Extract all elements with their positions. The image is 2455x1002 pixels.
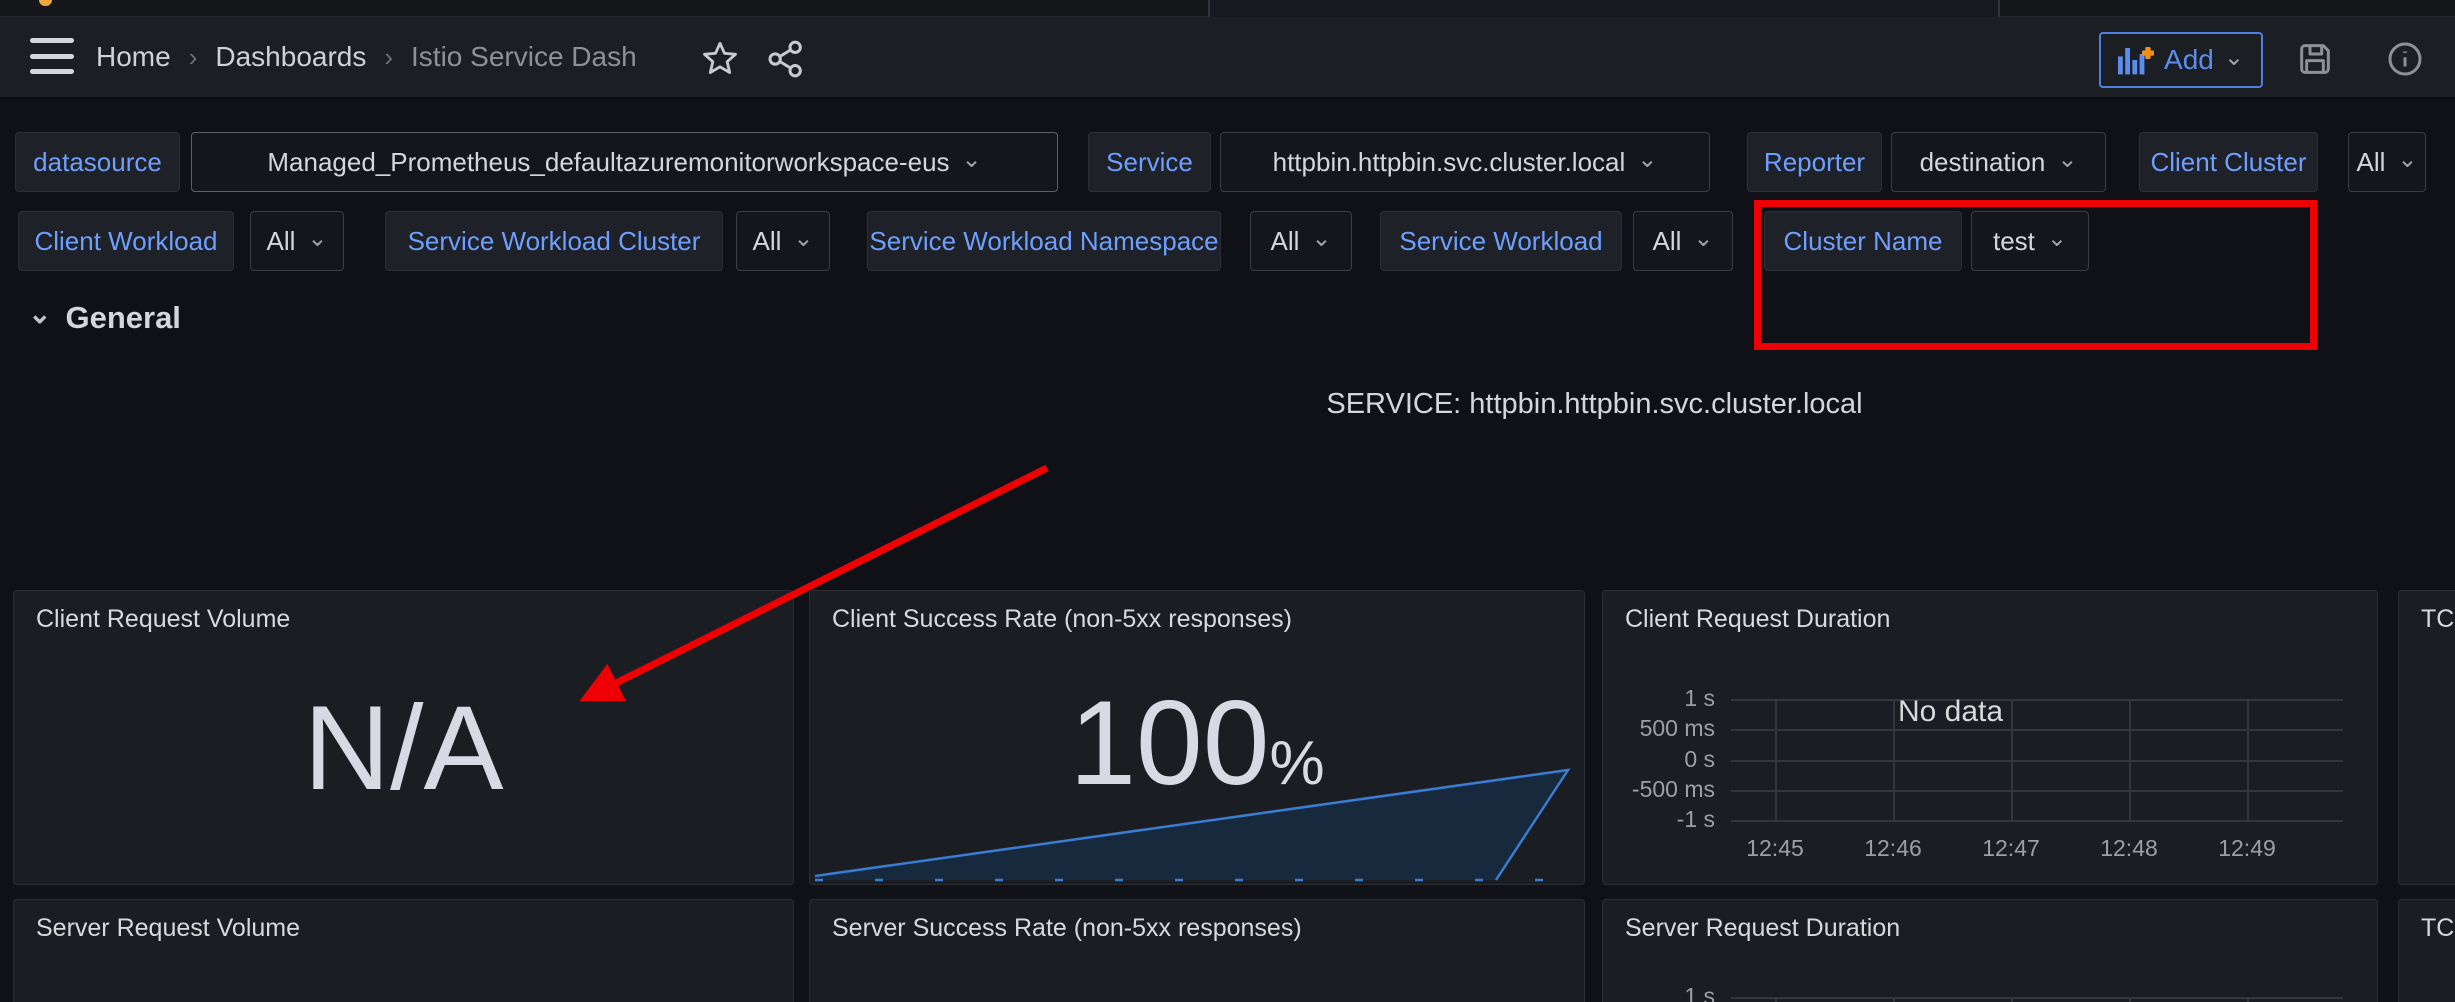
filter-label-service-workload: Service Workload bbox=[1380, 211, 1622, 271]
gridline bbox=[2247, 699, 2249, 822]
add-button-label: Add bbox=[2164, 44, 2214, 76]
panel-client-success-rate: Client Success Rate (non-5xx responses) … bbox=[809, 590, 1585, 885]
stat-value: N/A bbox=[14, 688, 793, 808]
filter-value-reporter[interactable]: destination ⌄ bbox=[1891, 132, 2106, 192]
breadcrumb-dashboards[interactable]: Dashboards bbox=[215, 41, 366, 73]
panel-title[interactable]: TC bbox=[2421, 605, 2454, 634]
filter-label-service: Service bbox=[1088, 132, 1211, 192]
gridline bbox=[2011, 699, 2013, 822]
filter-value-text: All bbox=[1270, 226, 1299, 257]
panel-server-request-duration: Server Request Duration 1 s bbox=[1602, 899, 2378, 1002]
panel-title[interactable]: Client Request Duration bbox=[1625, 605, 1890, 634]
filter-value-text: All bbox=[1652, 226, 1681, 257]
chevron-down-icon: ⌄ bbox=[28, 300, 51, 328]
gridline bbox=[1731, 699, 2343, 701]
filter-value-service[interactable]: httpbin.httpbin.svc.cluster.local ⌄ bbox=[1220, 132, 1710, 192]
filter-value-client-workload[interactable]: All ⌄ bbox=[250, 211, 344, 271]
chevron-down-icon: ⌄ bbox=[307, 227, 327, 251]
y-axis-tick: -500 ms bbox=[1615, 776, 1715, 803]
info-icon[interactable] bbox=[2385, 39, 2425, 79]
x-axis-tick: 12:46 bbox=[1834, 835, 1952, 862]
panel-client-request-duration: Client Request Duration 1 s 500 ms 0 s -… bbox=[1602, 590, 2378, 885]
filter-label-client-cluster: Client Cluster bbox=[2139, 132, 2318, 192]
gridline bbox=[1893, 699, 1895, 822]
top-navbar: Home › Dashboards › Istio Service Dash bbox=[0, 17, 2455, 99]
gridline bbox=[1775, 699, 1777, 822]
chevron-down-icon: ⌄ bbox=[2057, 148, 2077, 172]
y-axis-tick: 0 s bbox=[1615, 746, 1715, 773]
chevron-down-icon: ⌄ bbox=[1637, 148, 1657, 172]
gridline bbox=[1731, 997, 2343, 999]
gridline bbox=[1731, 820, 2343, 822]
filter-value-text: All bbox=[2357, 147, 2386, 178]
y-axis-tick: 500 ms bbox=[1615, 715, 1715, 742]
panel-client-request-volume: Client Request Volume N/A bbox=[13, 590, 794, 885]
chevron-down-icon: ⌄ bbox=[2224, 46, 2244, 70]
section-row-general[interactable]: ⌄ General bbox=[28, 300, 181, 336]
filter-value-text: Managed_Prometheus_defaultazuremonitorwo… bbox=[267, 147, 949, 178]
breadcrumb: Home › Dashboards › Istio Service Dash bbox=[96, 17, 637, 97]
panel-title[interactable]: Client Request Volume bbox=[36, 605, 290, 634]
filter-value-text: All bbox=[752, 226, 781, 257]
x-axis-tick: 12:49 bbox=[2188, 835, 2306, 862]
gridline bbox=[1731, 790, 2343, 792]
breadcrumb-separator-icon: › bbox=[189, 42, 198, 73]
save-dashboard-icon[interactable] bbox=[2295, 39, 2335, 79]
panel-title[interactable]: TC bbox=[2421, 914, 2454, 943]
filter-label-datasource: datasource bbox=[15, 132, 180, 192]
stat-value: 100% bbox=[810, 683, 1584, 803]
panel-title[interactable]: Server Request Duration bbox=[1625, 914, 1900, 943]
chevron-down-icon: ⌄ bbox=[962, 148, 982, 172]
gridline bbox=[1893, 997, 1895, 1002]
filter-value-service-workload[interactable]: All ⌄ bbox=[1633, 211, 1733, 271]
filter-label-service-workload-cluster: Service Workload Cluster bbox=[385, 211, 723, 271]
share-icon[interactable] bbox=[766, 39, 806, 79]
y-axis-tick: 1 s bbox=[1615, 685, 1715, 712]
breadcrumb-separator-icon: › bbox=[384, 42, 393, 73]
y-axis-tick: -1 s bbox=[1615, 806, 1715, 833]
chevron-down-icon: ⌄ bbox=[1693, 227, 1713, 251]
x-axis-tick: 12:48 bbox=[2070, 835, 2188, 862]
chevron-down-icon: ⌄ bbox=[2397, 148, 2417, 172]
red-highlight-box bbox=[1754, 200, 2317, 350]
bar-chart-plus-icon bbox=[2118, 45, 2154, 75]
panel-tcp-bottom-partial: TC bbox=[2398, 899, 2455, 1002]
breadcrumb-home[interactable]: Home bbox=[96, 41, 171, 73]
filter-label-reporter: Reporter bbox=[1747, 132, 1882, 192]
breadcrumb-current: Istio Service Dash bbox=[411, 41, 637, 73]
y-axis-tick: 1 s bbox=[1615, 983, 1715, 1002]
x-axis-tick: 12:45 bbox=[1716, 835, 1834, 862]
filter-label-client-workload: Client Workload bbox=[18, 211, 234, 271]
panel-tcp-top-partial: TC bbox=[2398, 590, 2455, 885]
add-panel-button[interactable]: Add ⌄ bbox=[2099, 32, 2263, 88]
filter-label-service-workload-namespace: Service Workload Namespace bbox=[867, 211, 1221, 271]
chevron-down-icon: ⌄ bbox=[1311, 227, 1331, 251]
grafana-dashboard: Home › Dashboards › Istio Service Dash bbox=[0, 0, 2455, 1002]
section-title: General bbox=[65, 300, 180, 336]
panel-server-request-volume: Server Request Volume bbox=[13, 899, 794, 1002]
menu-toggle-button[interactable] bbox=[30, 38, 74, 74]
filter-value-text: destination bbox=[1920, 147, 2046, 178]
service-heading: SERVICE: httpbin.httpbin.svc.cluster.loc… bbox=[813, 388, 2376, 421]
gridline bbox=[2247, 997, 2249, 1002]
filter-value-service-workload-namespace[interactable]: All ⌄ bbox=[1250, 211, 1352, 271]
panel-title[interactable]: Server Success Rate (non-5xx responses) bbox=[832, 914, 1302, 943]
gridline bbox=[1731, 760, 2343, 762]
no-data-message: No data bbox=[1898, 695, 2003, 729]
filter-value-client-cluster[interactable]: All ⌄ bbox=[2348, 132, 2426, 192]
filter-value-text: All bbox=[266, 226, 295, 257]
gridline bbox=[2129, 997, 2131, 1002]
gridline bbox=[2011, 997, 2013, 1002]
x-axis-tick: 12:47 bbox=[1952, 835, 2070, 862]
gridline bbox=[2129, 699, 2131, 822]
filter-value-text: httpbin.httpbin.svc.cluster.local bbox=[1273, 147, 1626, 178]
gridline bbox=[1775, 997, 1777, 1002]
chevron-down-icon: ⌄ bbox=[793, 227, 813, 251]
filter-value-datasource[interactable]: Managed_Prometheus_defaultazuremonitorwo… bbox=[191, 132, 1058, 192]
panel-title[interactable]: Server Request Volume bbox=[36, 914, 300, 943]
gridline bbox=[1731, 729, 2343, 731]
star-icon[interactable] bbox=[700, 39, 740, 79]
filter-value-service-workload-cluster[interactable]: All ⌄ bbox=[736, 211, 830, 271]
panel-server-success-rate: Server Success Rate (non-5xx responses) bbox=[809, 899, 1585, 1002]
